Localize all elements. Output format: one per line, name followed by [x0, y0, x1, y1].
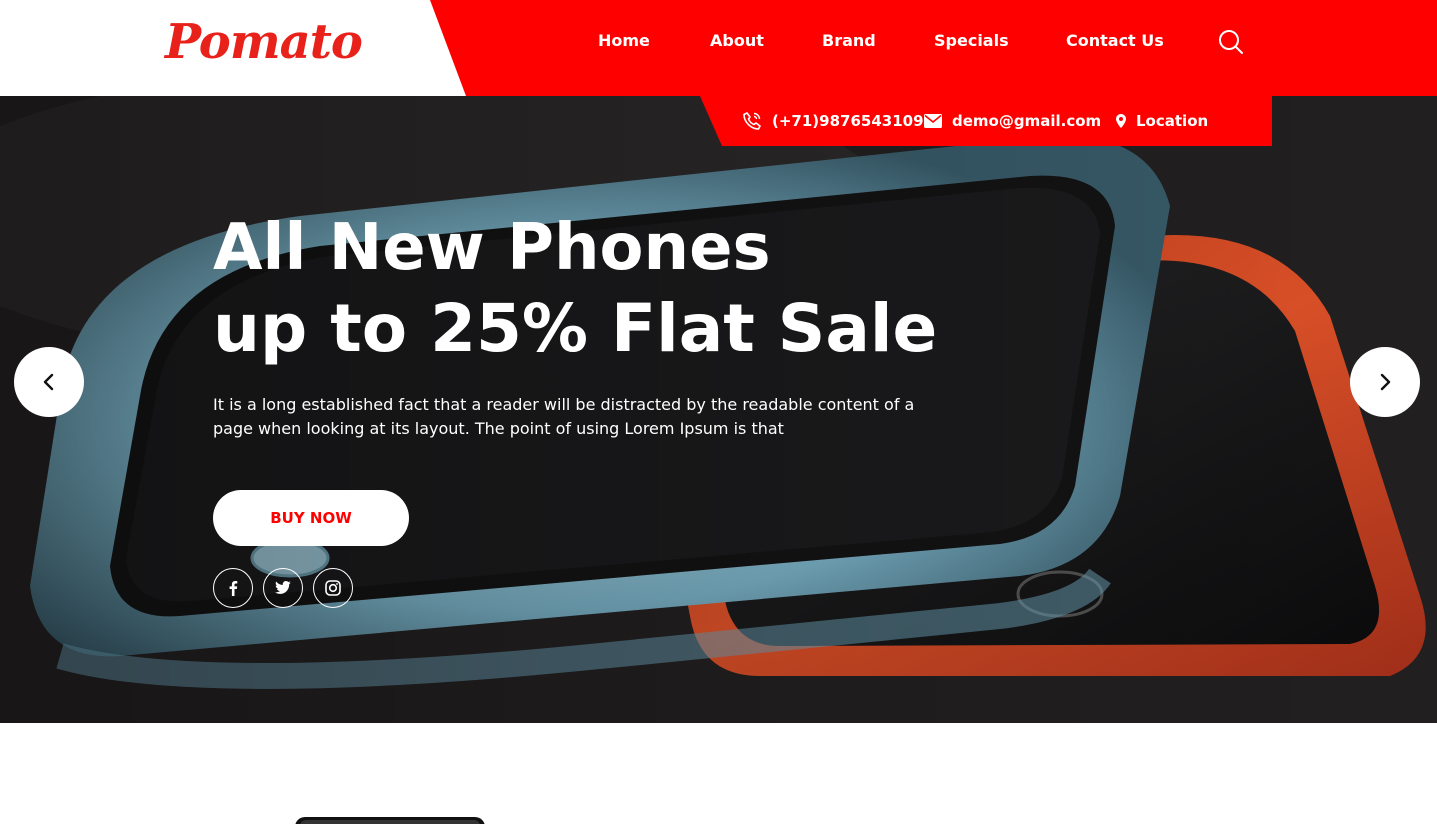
buy-now-button[interactable]: BUY NOW	[213, 490, 409, 546]
map-pin-icon	[1116, 114, 1126, 128]
contact-location-text: Location	[1136, 112, 1209, 130]
hero-title-line2: up to 25% Flat Sale	[213, 290, 938, 367]
nav-item-brand[interactable]: Brand	[822, 31, 876, 50]
facebook-icon[interactable]	[213, 568, 253, 608]
phone-icon	[743, 112, 761, 130]
brand-logo[interactable]: Pomato	[165, 14, 363, 70]
chevron-right-icon	[1380, 373, 1391, 391]
contact-phone-text: (+71)9876543109	[772, 112, 924, 130]
nav-item-specials[interactable]: Specials	[934, 31, 1009, 50]
nav-item-home[interactable]: Home	[598, 31, 650, 50]
slider-prev-button[interactable]	[14, 347, 84, 417]
contact-phone[interactable]: (+71)9876543109	[742, 96, 924, 146]
product-image-peek-inner	[300, 820, 480, 824]
contact-email-text: demo@gmail.com	[952, 112, 1102, 130]
contact-bar: (+71)9876543109 demo@gmail.com Location	[700, 96, 1272, 146]
hero-description: It is a long established fact that a rea…	[213, 395, 915, 438]
contact-email[interactable]: demo@gmail.com	[924, 96, 1101, 146]
mail-icon	[924, 114, 942, 128]
twitter-icon[interactable]	[263, 568, 303, 608]
site-header: Pomato Home About Brand Specials Contact…	[0, 0, 1437, 96]
hero-title-line1: All New Phones	[213, 211, 771, 285]
hero-slider: All New Phones up to 25% Flat Sale It is…	[0, 96, 1437, 723]
chevron-left-icon	[43, 373, 54, 391]
nav-item-about[interactable]: About	[710, 31, 764, 50]
instagram-icon[interactable]	[313, 568, 353, 608]
slider-next-button[interactable]	[1350, 347, 1420, 417]
nav-item-contact-us[interactable]: Contact Us	[1066, 31, 1164, 50]
contact-location[interactable]: Location	[1116, 96, 1208, 146]
search-icon[interactable]	[1218, 29, 1244, 55]
